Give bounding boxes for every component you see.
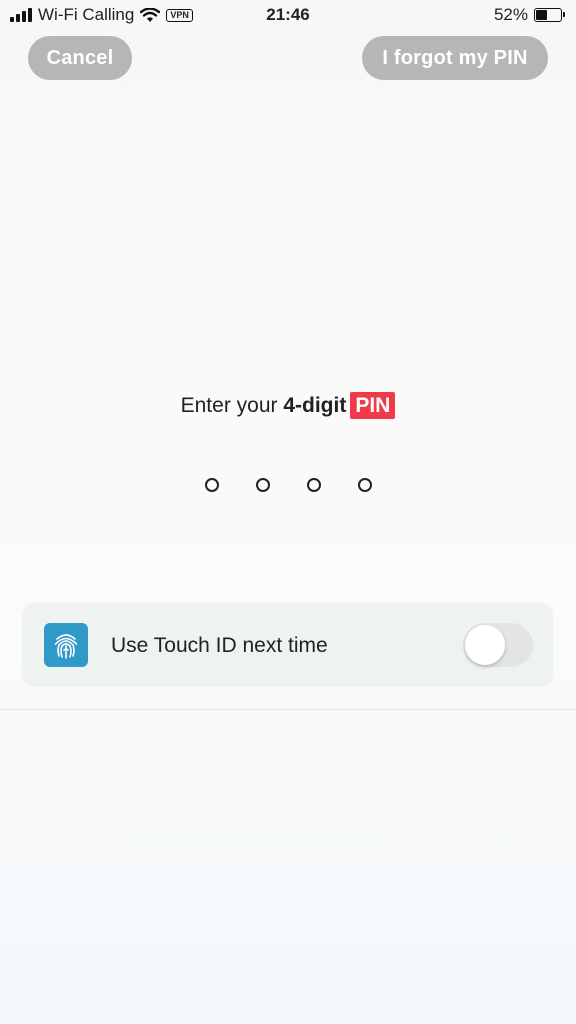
divider — [0, 709, 576, 710]
forgot-pin-button[interactable]: I forgot my PIN — [362, 36, 548, 80]
pin-dot — [255, 478, 270, 492]
prompt-emphasis: 4-digit — [283, 394, 347, 417]
battery-icon — [534, 8, 565, 22]
touch-id-toggle[interactable] — [463, 623, 533, 667]
cancel-button[interactable]: Cancel — [28, 36, 132, 80]
touch-id-card: Use Touch ID next time — [22, 603, 553, 687]
status-bar: Wi-Fi Calling VPN 21:46 52% — [0, 0, 576, 30]
toggle-knob[interactable] — [465, 625, 505, 665]
pin-dot — [204, 478, 219, 492]
pin-prompt: Enter your 4-digit PIN — [0, 392, 576, 419]
battery-percent: 52% — [493, 5, 528, 24]
touch-id-label: Use Touch ID next time — [111, 634, 328, 657]
pin-dot — [306, 478, 321, 492]
status-right: 52% — [493, 5, 565, 25]
pin-dots[interactable] — [0, 478, 576, 492]
prompt-prefix: Enter your — [180, 394, 284, 417]
status-time: 21:46 — [266, 5, 310, 24]
pin-dot — [357, 478, 372, 492]
pin-tag: PIN — [350, 392, 396, 419]
fingerprint-icon — [44, 623, 88, 667]
battery-level-fill — [536, 10, 547, 20]
